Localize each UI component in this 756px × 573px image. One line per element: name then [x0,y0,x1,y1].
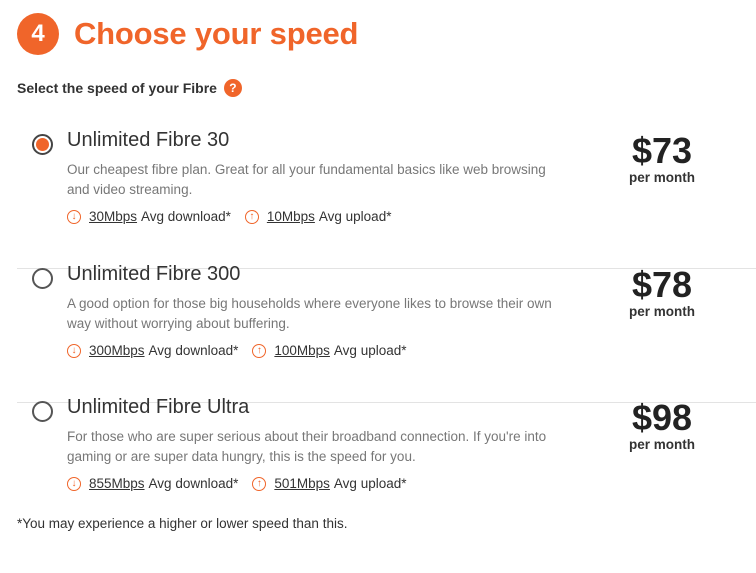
plan-price: $98 per month [624,397,700,453]
plan-name: Unlimited Fibre 300 [67,263,241,285]
price-period: per month [629,170,695,185]
price-period: per month [629,437,695,452]
plan-description: Our cheapest fibre plan. Great for all y… [67,162,546,197]
plan-speeds: ↓ 300Mbps Avg download* ↑ 100Mbps Avg up… [67,343,406,358]
plan-name: Unlimited Fibre Ultra [67,396,250,418]
upload-speed-link[interactable]: 501Mbps [274,476,330,491]
upload-label: Avg upload* [318,209,392,224]
download-arrow-icon: ↓ [67,476,81,491]
download-speed-link[interactable]: 30Mbps [89,209,137,224]
download-label: Avg download* [141,209,231,224]
plan-description: For those who are super serious about th… [67,429,547,464]
download-label: Avg download* [148,476,239,491]
upload-speed-link[interactable]: 10Mbps [267,209,315,224]
download-label: Avg download* [148,343,239,358]
download-arrow-icon: ↓ [67,209,81,224]
upload-speed: ↑ 10Mbps Avg upload* [244,209,392,224]
plan-speeds: ↓ 30Mbps Avg download* ↑ 10Mbps Avg uplo… [67,209,391,224]
plan-description: A good option for those big households w… [67,296,552,331]
upload-arrow-icon: ↑ [252,476,267,491]
download-speed-link[interactable]: 300Mbps [89,343,145,358]
download-speed: ↓ 855Mbps Avg download* [67,476,238,491]
upload-arrow-icon: ↑ [252,343,267,358]
price-amount: $98 [631,397,693,438]
download-speed: ↓ 300Mbps Avg download* [67,343,238,358]
plan-name: Unlimited Fibre 30 [67,129,230,151]
plan-radio-fibre-300[interactable] [32,268,53,289]
plan-price: $78 per month [624,264,700,320]
download-speed: ↓ 30Mbps Avg download* [67,209,231,224]
plan-radio-fibre-ultra[interactable] [32,401,53,422]
upload-speed: ↑ 501Mbps Avg upload* [252,476,406,491]
help-icon[interactable]: ? [223,79,242,97]
price-period: per month [629,304,695,319]
step-number-badge: 4 [17,13,59,55]
upload-speed: ↑ 100Mbps Avg upload* [252,343,406,358]
upload-label: Avg upload* [333,343,407,358]
download-arrow-icon: ↓ [67,343,81,358]
plan-price: $73 per month [624,130,700,186]
plan-speeds: ↓ 855Mbps Avg download* ↑ 501Mbps Avg up… [67,476,406,491]
subheading-label: Select the speed of your Fibre [17,80,217,96]
step-header: 4 Choose your speed [17,13,358,55]
plan-radio-fibre-30[interactable] [32,134,53,155]
download-speed-link[interactable]: 855Mbps [89,476,145,491]
upload-arrow-icon: ↑ [244,209,259,224]
plan-option-fibre-30[interactable]: Unlimited Fibre 30 Our cheapest fibre pl… [17,129,756,269]
price-amount: $78 [631,264,693,305]
page-title: Choose your speed [74,16,359,51]
speed-subheading: Select the speed of your Fibre ? [17,79,242,97]
plan-option-fibre-ultra[interactable]: Unlimited Fibre Ultra For those who are … [17,396,756,535]
upload-speed-link[interactable]: 100Mbps [274,343,330,358]
plan-option-fibre-300[interactable]: Unlimited Fibre 300 A good option for th… [17,263,756,403]
speed-footnote: *You may experience a higher or lower sp… [17,516,348,531]
price-amount: $73 [631,130,693,171]
upload-label: Avg upload* [333,476,407,491]
